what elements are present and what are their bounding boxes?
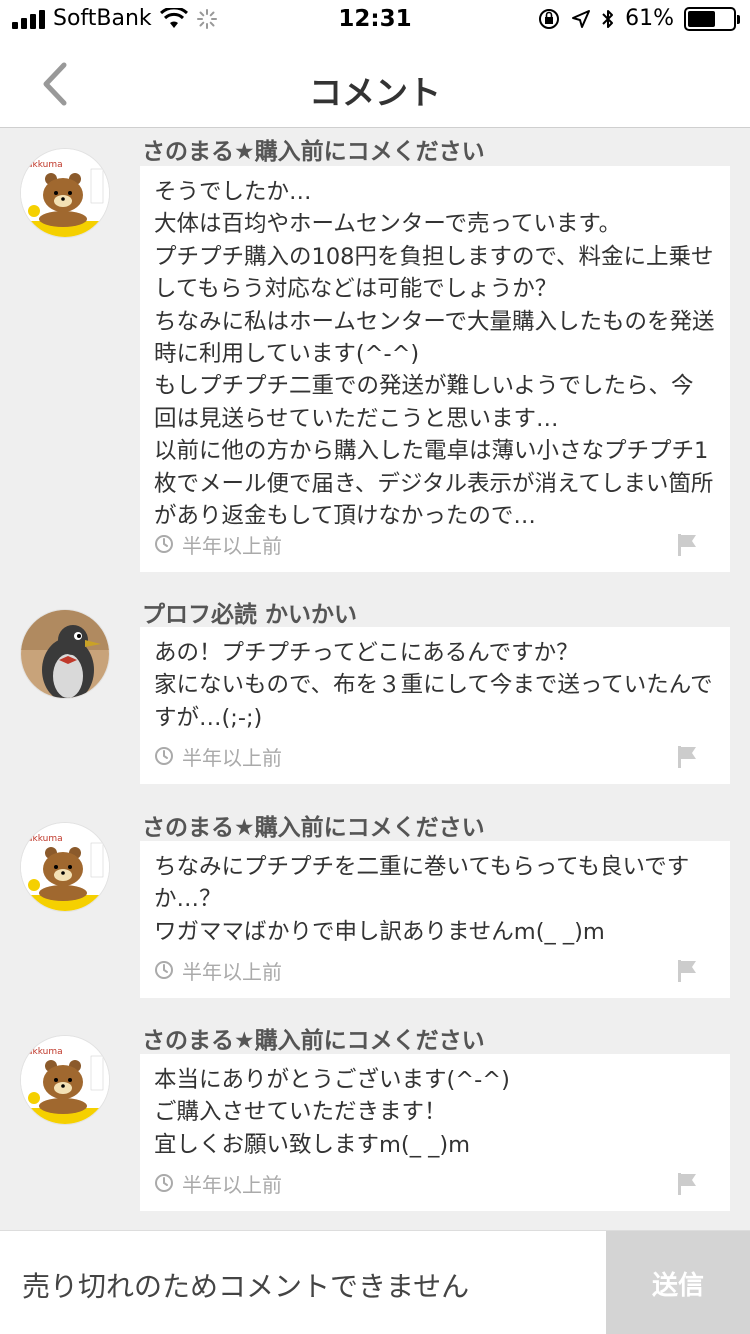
report-flag-icon[interactable] [676,958,700,984]
comment-timestamp: 半年以上前 [182,959,282,984]
report-flag-icon[interactable] [676,532,700,558]
penguin-avatar-icon [21,610,109,698]
comment-bubble: 本当にありがとうございます(^-^) ご購入させていただきます！ 宜しくお願い致… [140,1054,730,1211]
clock-icon [155,961,173,979]
avatar[interactable]: akkuma [20,1035,110,1125]
comment-username: さのまる★購入前にコメください [142,1028,485,1054]
comment-timestamp: 半年以上前 [182,745,282,770]
comment-text: 本当にありがとうございます(^-^) ご購入させていただきます！ 宜しくお願い致… [154,1067,510,1158]
clock-icon [155,747,173,765]
comment-username: プロフ必読 かいかい [142,602,358,628]
rilakkuma-avatar-icon: akkuma [21,149,109,237]
avatar[interactable] [20,609,110,699]
comment-timestamp: 半年以上前 [182,533,282,558]
comment-footer: 半年以上前 [154,530,710,558]
comment-text: あの！プチプチってどこにあるんですか？ 家にないもので、布を３重にして今まで送っ… [154,640,713,731]
clock-icon [155,1174,173,1192]
comment-bubble: あの！プチプチってどこにあるんですか？ 家にないもので、布を３重にして今まで送っ… [140,627,730,784]
report-flag-icon[interactable] [676,1171,700,1197]
nav-bar: コメント [0,40,750,128]
avatar[interactable]: akkuma [20,148,110,238]
comment-footer: 半年以上前 [154,742,710,770]
bluetooth-icon [602,9,614,28]
avatar-logo-text: akkuma [27,834,63,844]
avatar[interactable]: akkuma [20,822,110,912]
comment-list[interactable]: akkuma さのまる★購入前にコメください そうでしたか… 大体は百均やホーム… [0,129,750,1229]
comment-text: ちなみにプチプチを二重に巻いてもらっても良いですか…？ ワガママばかりで申し訳あ… [154,854,690,945]
status-right: 61% [537,6,740,31]
comment-timestamp: 半年以上前 [182,1172,282,1197]
page-title: コメント [309,73,441,112]
comment-username: さのまる★購入前にコメください [142,815,485,841]
comment-input-bar: 売り切れのためコメントできません 送信 [0,1230,750,1334]
avatar-logo-text: akkuma [27,1047,63,1057]
status-bar: SoftBank 12:31 61% [0,0,750,40]
avatar-logo-text: akkuma [27,160,63,170]
rilakkuma-avatar-icon: akkuma [21,1036,109,1124]
comment-bubble: ちなみにプチプチを二重に巻いてもらっても良いですか…？ ワガママばかりで申し訳あ… [140,841,730,998]
comment-input[interactable]: 売り切れのためコメントできません [22,1265,469,1305]
comment-text: そうでしたか… 大体は百均やホームセンターで売っています。 プチプチ購入の108… [154,179,715,530]
location-arrow-icon [572,9,591,28]
report-flag-icon[interactable] [676,744,700,770]
comment-footer: 半年以上前 [154,1169,710,1197]
battery-icon [684,6,740,31]
rilakkuma-avatar-icon: akkuma [21,823,109,911]
clock-icon [155,535,173,553]
orientation-lock-icon [539,8,560,29]
comment-username: さのまる★購入前にコメください [142,139,485,165]
comment-bubble: そうでしたか… 大体は百均やホームセンターで売っています。 プチプチ購入の108… [140,166,730,572]
comment-footer: 半年以上前 [154,956,710,984]
send-button[interactable]: 送信 [606,1231,750,1334]
battery-percent: 61% [625,6,674,31]
